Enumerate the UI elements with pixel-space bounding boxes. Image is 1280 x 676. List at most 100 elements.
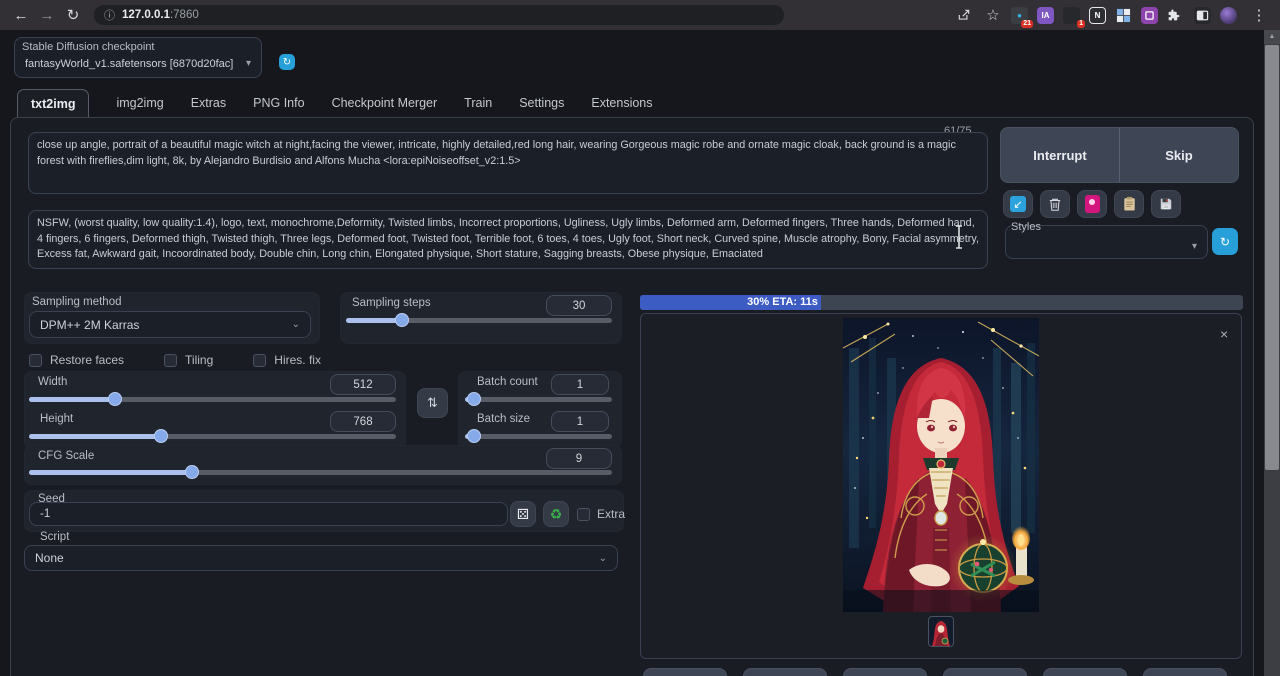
browser-menu-icon[interactable]: ⋮ [1246, 6, 1272, 24]
ext-ia-icon[interactable]: IA [1037, 7, 1054, 24]
browser-toolbar: ← → ↻ ⓘ 127.0.0.1:7860 ☆ ●21 IA 1 N ⋮ [0, 0, 1280, 30]
prompt-tool-row: ↙ [1003, 190, 1181, 218]
ext-pin-icon[interactable]: ●21 [1011, 7, 1028, 24]
negative-prompt-input[interactable]: NSFW, (worst quality, low quality:1.4), … [37, 216, 979, 263]
styles-label: Styles [1011, 221, 1041, 233]
extra-seed-row: Extra [577, 507, 625, 521]
ext-windows-icon[interactable] [1115, 7, 1132, 24]
tab-extensions[interactable]: Extensions [591, 96, 652, 110]
scrollbar-thumb[interactable] [1265, 45, 1279, 470]
tab-settings[interactable]: Settings [519, 96, 564, 110]
checkpoint-label: Stable Diffusion checkpoint [22, 41, 155, 53]
prompt-field-wrap: close up angle, portrait of a beautiful … [28, 132, 988, 194]
tab-png-info[interactable]: PNG Info [253, 96, 304, 110]
gallery-thumbnail[interactable] [929, 617, 953, 646]
progress-bar: 30% ETA: 11s [640, 295, 1243, 310]
swap-arrows-icon: ⇅ [427, 395, 438, 411]
tab-train[interactable]: Train [464, 96, 492, 110]
prompt-input[interactable]: close up angle, portrait of a beautiful … [37, 138, 979, 188]
save-button[interactable] [743, 668, 827, 676]
share-icon[interactable] [957, 8, 975, 22]
address-bar[interactable]: ⓘ 127.0.0.1:7860 [94, 5, 784, 25]
cfg-scale-input[interactable]: 9 [546, 448, 612, 469]
height-input[interactable]: 768 [330, 411, 396, 432]
script-dropdown[interactable]: None ⌄ [24, 545, 618, 571]
paste-params-button[interactable]: ↙ [1003, 190, 1033, 218]
send-to-extras-button[interactable] [1143, 668, 1227, 676]
checkpoint-refresh-button[interactable]: ↻ [279, 54, 295, 70]
extensions-puzzle-icon[interactable] [1167, 9, 1185, 22]
forward-icon[interactable]: → [34, 7, 60, 24]
bookmark-star-icon[interactable]: ☆ [984, 6, 1002, 24]
sampling-steps-input[interactable]: 30 [546, 295, 612, 316]
profile-avatar[interactable] [1220, 7, 1237, 24]
height-label: Height [40, 413, 73, 425]
seed-input[interactable]: -1 [29, 502, 508, 526]
url-host: 127.0.0.1 [122, 9, 170, 21]
sidebar-toggle-icon[interactable] [1194, 7, 1211, 24]
ext-badge-one: 1 [1077, 20, 1085, 28]
ext-notion-icon[interactable]: N [1089, 7, 1106, 24]
interrupt-button[interactable]: Interrupt [1001, 128, 1120, 182]
batch-size-input[interactable]: 1 [551, 411, 609, 432]
batch-size-slider[interactable] [465, 434, 612, 439]
reload-icon[interactable]: ↻ [60, 6, 86, 24]
checkpoint-value: fantasyWorld_v1.safetensors [6870d20fac] [25, 58, 233, 70]
width-label: Width [38, 376, 67, 388]
swap-dimensions-button[interactable]: ⇅ [417, 388, 448, 418]
tab-checkpoint-merger[interactable]: Checkpoint Merger [332, 96, 438, 110]
flower-card-icon [1085, 195, 1100, 213]
sampling-steps-label: Sampling steps [352, 297, 431, 309]
reuse-seed-button[interactable]: ♻ [543, 501, 569, 527]
save-style-button[interactable] [1151, 190, 1181, 218]
tab-extras[interactable]: Extras [191, 96, 226, 110]
chevron-down-icon: ▾ [1192, 241, 1197, 252]
ext-dark-icon[interactable]: 1 [1063, 7, 1080, 24]
floppy-disk-icon [1159, 197, 1173, 211]
sampling-steps-slider[interactable] [346, 318, 612, 323]
extra-networks-button[interactable] [1077, 190, 1107, 218]
restore-faces-label: Restore faces [50, 353, 124, 367]
trash-icon [1048, 197, 1062, 212]
gallery-action-row [643, 668, 1227, 676]
send-to-img2img-button[interactable] [943, 668, 1027, 676]
tiling-checkbox[interactable] [164, 354, 177, 367]
extra-seed-checkbox[interactable] [577, 508, 590, 521]
site-info-icon[interactable]: ⓘ [104, 7, 115, 23]
width-input[interactable]: 512 [330, 374, 396, 395]
cfg-scale-slider[interactable] [29, 470, 612, 475]
zip-button[interactable] [843, 668, 927, 676]
batch-count-slider[interactable] [465, 397, 612, 402]
clear-prompt-button[interactable] [1040, 190, 1070, 218]
negative-prompt-field-wrap: NSFW, (worst quality, low quality:1.4), … [28, 210, 988, 269]
batch-count-input[interactable]: 1 [551, 374, 609, 395]
interrupt-skip-group: Interrupt Skip [1000, 127, 1239, 183]
script-label: Script [40, 531, 69, 543]
height-slider[interactable] [29, 434, 396, 439]
sampling-method-dropdown[interactable]: DPM++ 2M Karras ⌄ [29, 311, 311, 338]
random-seed-button[interactable]: ⚄ [510, 501, 536, 527]
sampling-method-value: DPM++ 2M Karras [40, 318, 139, 332]
chevron-down-icon: ⌄ [292, 319, 300, 330]
generated-image[interactable] [843, 318, 1039, 612]
open-folder-button[interactable] [643, 668, 727, 676]
send-to-inpaint-button[interactable] [1043, 668, 1127, 676]
restore-faces-checkbox[interactable] [29, 354, 42, 367]
close-gallery-icon[interactable]: × [1220, 326, 1228, 342]
restore-faces-row: Restore faces Tiling Hires. fix [29, 353, 321, 367]
recycle-icon: ♻ [550, 506, 563, 523]
back-icon[interactable]: ← [8, 7, 34, 24]
styles-refresh-button[interactable]: ↻ [1212, 228, 1238, 255]
apply-style-button[interactable] [1114, 190, 1144, 218]
skip-button[interactable]: Skip [1120, 128, 1238, 182]
tab-img2img[interactable]: img2img [116, 96, 163, 110]
ext-badge: 21 [1021, 20, 1033, 28]
extra-seed-label: Extra [597, 507, 625, 521]
tab-txt2img[interactable]: txt2img [17, 89, 89, 117]
scrollbar-up-arrow[interactable]: ▲ [1264, 30, 1280, 44]
hires-fix-checkbox[interactable] [253, 354, 266, 367]
width-slider[interactable] [29, 397, 396, 402]
progress-label: 30% ETA: 11s [747, 296, 818, 308]
clipboard-icon [1123, 196, 1136, 212]
ext-office-icon[interactable] [1141, 7, 1158, 24]
